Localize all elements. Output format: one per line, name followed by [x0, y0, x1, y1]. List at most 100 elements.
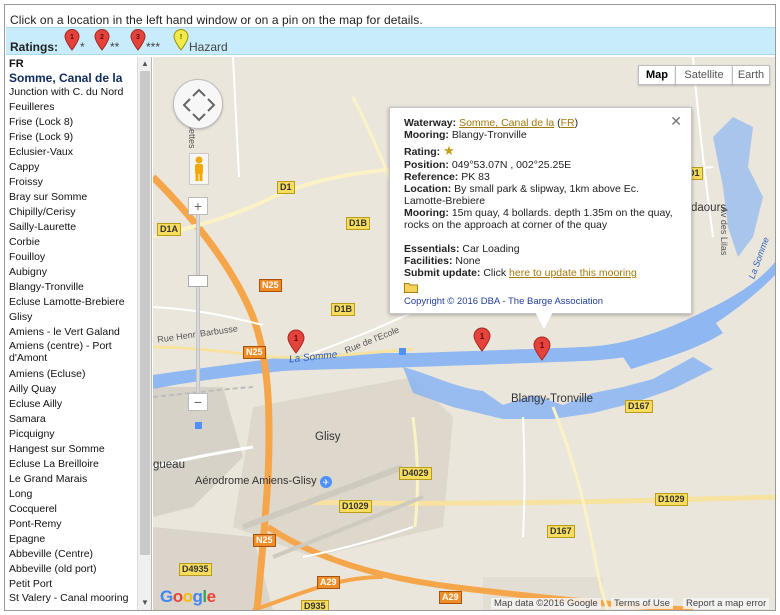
star-icon: ★: [443, 143, 455, 158]
location-item[interactable]: Ecluse Ailly: [9, 397, 137, 412]
location-item[interactable]: Eclusier-Vaux: [9, 145, 137, 160]
info-submit-row: Submit update: Click here to update this…: [404, 267, 637, 279]
location-item[interactable]: Abbeville (old port): [9, 562, 137, 577]
sidebar-scrollbar[interactable]: ▲ ▼: [137, 57, 151, 610]
location-item[interactable]: Junction with C. du Nord: [9, 85, 137, 100]
info-value: 049°53.07N , 002°25.25E: [451, 159, 572, 171]
info-window-pointer: [535, 312, 553, 329]
map-data-attribution: Map data ©2016 Google: [491, 598, 601, 609]
location-item[interactable]: Sailly-Laurette: [9, 220, 137, 235]
location-item[interactable]: Chipilly/Cerisy: [9, 205, 137, 220]
location-item[interactable]: Amiens (Ecluse): [9, 367, 137, 382]
zoom-out-button[interactable]: −: [188, 393, 208, 411]
location-item[interactable]: Abbeville (Centre): [9, 547, 137, 562]
road-label: D4029: [399, 467, 432, 480]
road-label: A29: [317, 576, 340, 589]
info-label: Reference:: [404, 171, 459, 183]
location-item[interactable]: Bray sur Somme: [9, 190, 137, 205]
zoom-slider-track[interactable]: [196, 197, 200, 409]
zoom-slider-handle[interactable]: [188, 275, 208, 287]
legend-label: **: [110, 40, 120, 54]
svg-text:2: 2: [100, 34, 104, 41]
pan-control[interactable]: [173, 79, 223, 129]
location-item[interactable]: Epagne: [9, 532, 137, 547]
ratings-legend: Ratings: 1 * 2 ** 3 *** ! Hazard: [6, 27, 775, 55]
info-essentials-row: Essentials: Car Loading: [404, 243, 520, 255]
legend-hazard: ! Hazard: [173, 29, 243, 55]
place-label: gueau: [153, 459, 185, 471]
road-label: D167: [625, 400, 653, 413]
close-icon[interactable]: ✕: [670, 114, 682, 128]
info-waterway-row: Waterway: Somme, Canal de la (FR): [404, 117, 579, 129]
road-label: D1: [277, 181, 295, 194]
terms-of-use-link[interactable]: Terms of Use: [611, 598, 673, 609]
place-label: Blangy-Tronville: [511, 393, 594, 405]
road-label: D4935: [179, 563, 212, 576]
red-pin-icon: 2: [94, 29, 110, 51]
info-location-row: Location: By small park & slipway, 1km a…: [404, 183, 674, 207]
scroll-thumb[interactable]: [140, 71, 150, 555]
location-item[interactable]: Cocquerel: [9, 502, 137, 517]
location-item[interactable]: Feuilleres: [9, 100, 137, 115]
info-value: None: [455, 255, 481, 267]
pegman-icon: [195, 156, 203, 181]
location-item[interactable]: Frise (Lock 9): [9, 130, 137, 145]
info-label: Facilities:: [404, 255, 453, 267]
road-label: N25: [253, 534, 276, 547]
map-type-earth-button[interactable]: Earth: [732, 65, 770, 85]
location-list: FR Somme, Canal de la Junction with C. d…: [9, 58, 137, 607]
location-item[interactable]: Long: [9, 487, 137, 502]
country-heading[interactable]: FR: [9, 58, 137, 71]
info-value: Click: [483, 267, 507, 279]
location-item[interactable]: Blangy-Tronville: [9, 280, 137, 295]
location-item[interactable]: Frise (Lock 8): [9, 115, 137, 130]
location-item[interactable]: Le Grand Marais: [9, 472, 137, 487]
location-item[interactable]: Fouilloy: [9, 250, 137, 265]
svg-text:1: 1: [70, 34, 74, 41]
location-item[interactable]: Amiens (centre) - Port d'Amont: [9, 340, 137, 364]
waterway-link[interactable]: Somme, Canal de la: [459, 117, 554, 129]
location-item[interactable]: Cappy: [9, 160, 137, 175]
scroll-up-arrow[interactable]: ▲: [138, 57, 151, 71]
waterway-heading[interactable]: Somme, Canal de la: [9, 71, 137, 85]
svg-text:3: 3: [136, 34, 140, 41]
location-item[interactable]: Ailly Quay: [9, 382, 137, 397]
location-item[interactable]: Glisy: [9, 310, 137, 325]
street-view-pegman[interactable]: [189, 153, 209, 185]
mooring-info-window: ✕ Waterway: Somme, Canal de la (FR) Moor…: [389, 107, 692, 314]
location-item[interactable]: Ecluse La Breilloire: [9, 457, 137, 472]
location-item[interactable]: Froissy: [9, 175, 137, 190]
location-item[interactable]: Samara: [9, 412, 137, 427]
scroll-down-arrow[interactable]: ▼: [138, 596, 151, 610]
location-item[interactable]: Amiens - le Vert Galand: [9, 325, 137, 340]
location-item[interactable]: Picquigny: [9, 427, 137, 442]
zoom-in-button[interactable]: +: [188, 197, 208, 215]
location-item[interactable]: Ecluse Lamotte-Brebiere: [9, 295, 137, 310]
red-pin-icon: 3: [130, 29, 146, 51]
info-reference-row: Reference: PK 83: [404, 171, 490, 183]
location-item[interactable]: Hangest sur Somme: [9, 442, 137, 457]
location-item[interactable]: Pont-Remy: [9, 517, 137, 532]
map-type-satellite-button[interactable]: Satellite: [675, 65, 733, 85]
location-item[interactable]: St Valery - Canal mooring: [9, 592, 137, 604]
map-type-map-button[interactable]: Map: [638, 65, 676, 85]
road-label: D935: [301, 600, 329, 610]
country-link[interactable]: FR: [561, 117, 575, 129]
svg-text:1: 1: [540, 341, 545, 350]
ratings-label: Ratings:: [10, 40, 58, 54]
info-mooring-row: Mooring: Blangy-Tronville: [404, 129, 527, 141]
map-view[interactable]: 1 1 1 ✈ D1 D1A D1B D1B N25 N25 D167 D402…: [153, 57, 775, 610]
update-mooring-link[interactable]: here to update this mooring: [509, 267, 637, 279]
location-item[interactable]: Corbie: [9, 235, 137, 250]
location-item[interactable]: Aubigny: [9, 265, 137, 280]
instructions-text: Click on a location in the left hand win…: [10, 13, 423, 27]
info-label: Submit update:: [404, 267, 481, 279]
folder-icon[interactable]: [404, 282, 418, 296]
location-item[interactable]: Petit Port: [9, 577, 137, 592]
svg-text:1: 1: [480, 332, 485, 341]
info-label: Mooring:: [404, 207, 449, 219]
report-map-error-link[interactable]: Report a map error: [683, 598, 770, 609]
info-label: Waterway:: [404, 117, 457, 129]
road-label: D1B: [331, 303, 356, 316]
svg-text:✈: ✈: [323, 478, 330, 487]
